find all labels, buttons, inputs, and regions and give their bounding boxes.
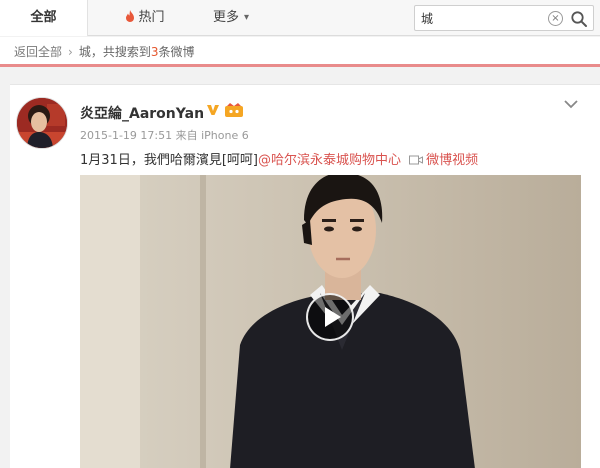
search-box: × [414,5,594,31]
top-nav-bar: 全部 热门 更多 ▾ × [0,0,600,36]
search-input[interactable] [421,9,541,27]
breadcrumb: 返回全部 › 城，共搜索到3条微博 [0,37,600,67]
chevron-down-icon: ▾ [243,12,250,23]
breadcrumb-separator: › [68,45,73,59]
mention-link[interactable]: @哈尔滨永泰城购物中心 [258,153,401,168]
avatar[interactable] [16,97,68,149]
search-icon[interactable] [570,10,588,28]
tab-hot[interactable]: 热门 [110,0,180,36]
vip-crown-icon[interactable] [224,102,244,118]
tab-all[interactable]: 全部 [0,0,88,36]
post-menu-chevron-icon[interactable] [564,99,578,109]
verified-v-icon [207,105,219,115]
tab-more[interactable]: 更多 ▾ [196,0,266,36]
username[interactable]: 炎亞綸_AaronYan [80,103,204,123]
weibo-post-card: 炎亞綸_AaronYan 2015-1-19 17:51 来自 iPhone 6… [10,84,600,468]
play-icon [325,307,341,327]
back-to-all-link[interactable]: 返回全部 [14,45,62,59]
close-icon[interactable]: × [548,11,563,26]
play-button[interactable] [306,293,354,341]
video-player[interactable] [80,175,581,468]
result-count-suffix: 条微博 [158,45,195,59]
tab-hot-label: 热门 [138,10,165,25]
tab-all-label: 全部 [30,10,57,25]
post-source: 来自 iPhone 6 [175,129,249,142]
avatar-image [17,98,67,148]
weibo-video-link[interactable]: 微博视频 [409,153,478,168]
tab-more-label: 更多 [212,10,239,25]
post-meta: 2015-1-19 17:51 来自 iPhone 6 [80,127,249,143]
search-query-summary: 城，共搜索到 [78,45,151,59]
flame-icon [126,10,135,22]
post-body: 1月31日，我們哈爾濱見[呵呵] [80,153,258,168]
post-time[interactable]: 2015-1-19 17:51 [80,129,172,142]
post-text: 1月31日，我們哈爾濱見[呵呵]@哈尔滨永泰城购物中心 微博视频 [80,149,478,168]
video-camera-icon [409,155,424,165]
weibo-video-label: 微博视频 [426,153,479,168]
